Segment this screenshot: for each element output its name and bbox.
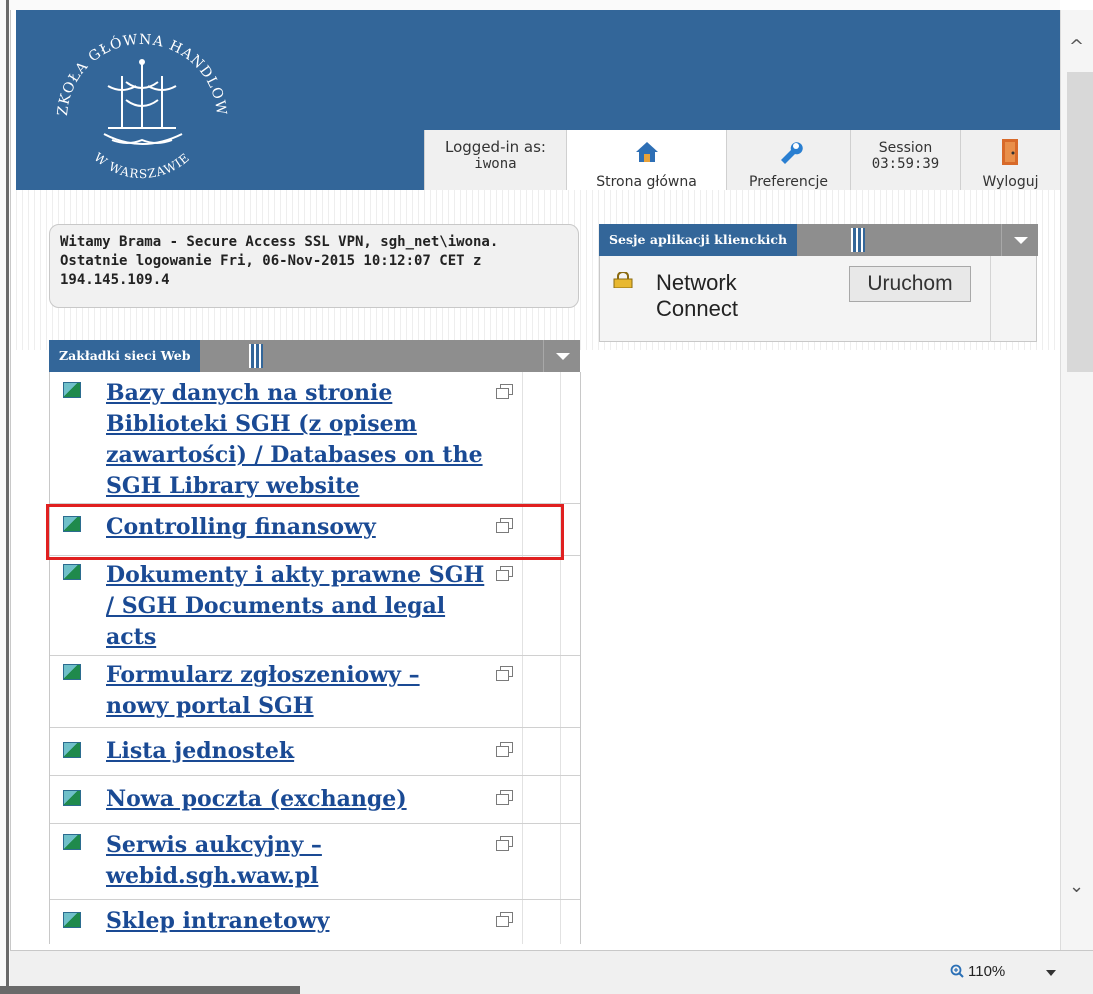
sgh-logo: SZKOŁA GŁÓWNA HANDLOWA W WARSZAWIE bbox=[42, 24, 229, 181]
list-item: Formularz zgłoszeniowy – nowy portal SGH bbox=[50, 656, 580, 728]
client-apps-header: Sesje aplikacji klienckich bbox=[599, 224, 1038, 256]
bookmarks-dropdown-icon[interactable] bbox=[543, 340, 580, 372]
list-item: Sklep intranetowy bbox=[50, 900, 580, 944]
bookmarks-list: Bazy danych na stronie Biblioteki SGH (z… bbox=[49, 372, 581, 944]
wrench-icon bbox=[781, 142, 803, 164]
client-apps-dropdown-icon[interactable] bbox=[1001, 224, 1038, 256]
list-item: Bazy danych na stronie Biblioteki SGH (z… bbox=[50, 372, 580, 504]
web-bookmark-icon bbox=[63, 912, 81, 928]
drag-handle-icon[interactable] bbox=[249, 344, 263, 368]
vertical-scrollbar[interactable]: ^ ⌄ bbox=[1060, 10, 1093, 950]
home-icon bbox=[636, 142, 658, 162]
bookmarks-title: Zakładki sieci Web bbox=[49, 340, 201, 372]
scrollbar-thumb[interactable] bbox=[1067, 72, 1093, 372]
client-apps-panel: Network Connect Uruchom bbox=[599, 256, 1037, 342]
logo-text-bottom: W WARSZAWIE bbox=[91, 150, 191, 181]
web-bookmark-icon bbox=[63, 382, 81, 398]
logged-in-user: iwona bbox=[474, 156, 517, 172]
highlight-box bbox=[46, 504, 564, 560]
web-bookmark-icon bbox=[63, 664, 81, 680]
home-label: Strona główna bbox=[596, 174, 697, 190]
window-bottom-frame bbox=[0, 986, 300, 994]
scroll-down-icon[interactable]: ⌄ bbox=[1069, 876, 1084, 897]
web-bookmark-icon bbox=[63, 742, 81, 758]
preferences-label: Preferencje bbox=[749, 174, 828, 190]
zoom-level[interactable]: 110% bbox=[968, 963, 1005, 980]
open-new-window-icon[interactable] bbox=[496, 912, 513, 927]
lock-icon bbox=[613, 272, 633, 288]
open-new-window-icon[interactable] bbox=[496, 566, 513, 581]
client-apps-title: Sesje aplikacji klienckich bbox=[599, 224, 798, 256]
open-new-window-icon[interactable] bbox=[496, 742, 513, 757]
window-left-frame bbox=[0, 0, 11, 994]
welcome-message: Witamy Brama - Secure Access SSL VPN, sg… bbox=[49, 224, 579, 308]
bookmark-link[interactable]: Sklep intranetowy bbox=[106, 906, 486, 937]
drag-handle-icon[interactable] bbox=[851, 228, 865, 252]
bookmark-link[interactable]: Serwis aukcyjny – webid.sgh.waw.pl bbox=[106, 830, 486, 892]
app-name: Network Connect bbox=[656, 270, 738, 321]
session-label: Session bbox=[878, 140, 933, 156]
zoom-icon bbox=[950, 964, 964, 978]
open-new-window-icon[interactable] bbox=[496, 836, 513, 851]
open-new-window-icon[interactable] bbox=[496, 666, 513, 681]
web-bookmark-icon bbox=[63, 564, 81, 580]
logo-text-top: SZKOŁA GŁÓWNA HANDLOWA bbox=[42, 24, 228, 117]
window-top-frame bbox=[10, 0, 1060, 10]
open-new-window-icon[interactable] bbox=[496, 790, 513, 805]
logout-label: Wyloguj bbox=[982, 174, 1039, 190]
bookmark-link[interactable]: Lista jednostek bbox=[106, 736, 486, 767]
bookmarks-header: Zakładki sieci Web bbox=[49, 340, 580, 372]
list-item: Dokumenty i akty prawne SGH / SGH Docume… bbox=[50, 556, 580, 656]
bookmark-link[interactable]: Dokumenty i akty prawne SGH / SGH Docume… bbox=[106, 560, 486, 653]
header-bar: SZKOŁA GŁÓWNA HANDLOWA W WARSZAWIE Logge… bbox=[16, 10, 1060, 200]
session-time: 03:59:39 bbox=[871, 156, 940, 172]
web-bookmark-icon bbox=[63, 790, 81, 806]
launch-button[interactable]: Uruchom bbox=[849, 266, 971, 302]
list-item: Serwis aukcyjny – webid.sgh.waw.pl bbox=[50, 824, 580, 900]
bookmark-link[interactable]: Bazy danych na stronie Biblioteki SGH (z… bbox=[106, 378, 486, 502]
bookmark-link[interactable]: Formularz zgłoszeniowy – nowy portal SGH bbox=[106, 660, 486, 722]
list-item: Lista jednostek bbox=[50, 728, 580, 776]
list-item: Nowa poczta (exchange) bbox=[50, 776, 580, 824]
open-new-window-icon[interactable] bbox=[496, 384, 513, 399]
scroll-up-icon[interactable]: ^ bbox=[1069, 36, 1084, 57]
logged-in-label: Logged-in as: bbox=[445, 138, 546, 156]
svg-text:SZKOŁA GŁÓWNA HANDLOWA: SZKOŁA GŁÓWNA HANDLOWA bbox=[42, 24, 229, 117]
bookmark-link[interactable]: Nowa poczta (exchange) bbox=[106, 784, 486, 815]
main-content: Witamy Brama - Secure Access SSL VPN, sg… bbox=[16, 190, 1060, 950]
zoom-dropdown-icon[interactable] bbox=[1046, 970, 1056, 976]
svg-text:W WARSZAWIE: W WARSZAWIE bbox=[91, 150, 192, 181]
web-bookmark-icon bbox=[63, 834, 81, 850]
door-icon bbox=[1002, 139, 1018, 165]
